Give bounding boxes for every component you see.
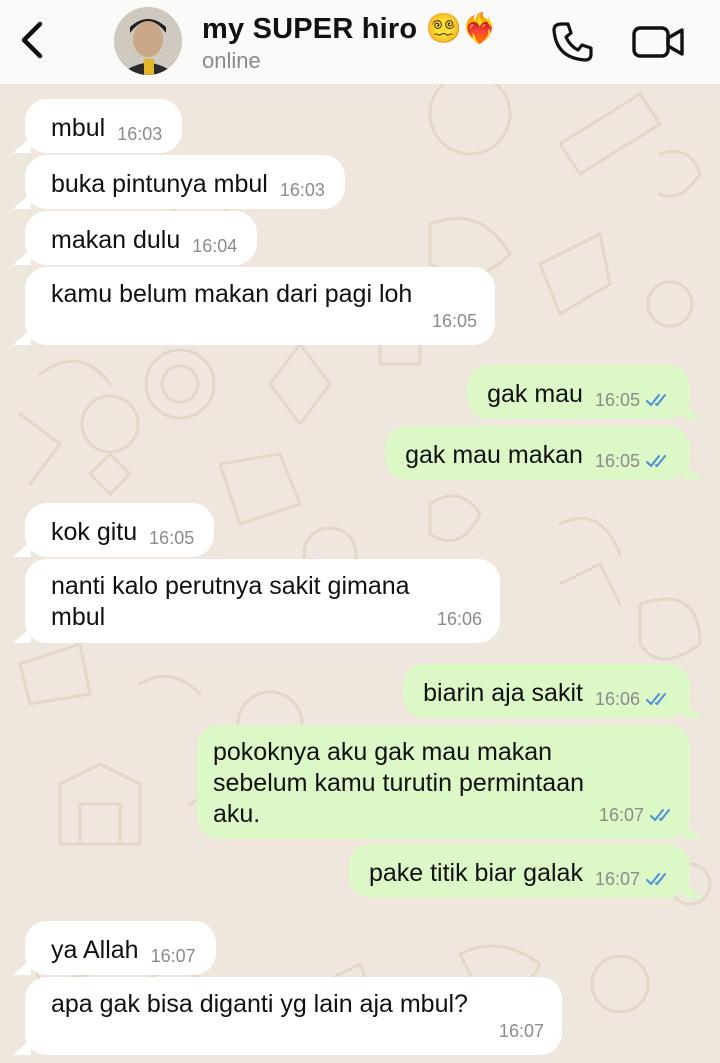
phone-icon[interactable] [548,18,596,66]
message-time: 16:03 [117,124,163,144]
message-time: 16:07 [498,1021,544,1041]
video-camera-icon[interactable] [630,20,686,64]
message-text: apa gak bisa diganti yg lain aja mbul? [51,990,468,1018]
message-time: 16:05 [595,446,672,477]
message-time: 16:05 [595,385,672,416]
double-check-icon [650,809,670,821]
message-bubble[interactable]: gak mau makan 16:05 [385,426,702,480]
message-bubble[interactable]: ya Allah 16:07 [13,921,216,975]
message-time: 16:07 [599,800,676,831]
message-text: buka pintunya mbul [51,170,268,198]
message-time: 16:07 [595,864,672,895]
message-text: kok gitu [51,518,138,546]
contact-status: online [202,48,261,73]
message-text: gak mau makan [405,441,583,469]
message-bubble[interactable]: kamu belum makan dari pagi loh 16:05 [13,267,495,345]
message-time: 16:07 [150,946,196,966]
double-check-icon [646,394,666,406]
double-check-icon [646,693,666,705]
avatar-photo [114,7,182,75]
contact-name[interactable]: my SUPER hiro 😵‍💫❤️‍🔥 [202,12,498,46]
message-text: nanti kalo perutnya sakit gimana mbul [51,572,410,631]
chat-header: my SUPER hiro 😵‍💫❤️‍🔥 online [0,0,720,84]
message-time: 16:05 [149,528,195,548]
message-text: gak mau [487,380,583,408]
message-bubble[interactable]: gak mau 16:05 [467,365,702,419]
message-bubble[interactable]: apa gak bisa diganti yg lain aja mbul? 16… [13,977,562,1055]
message-bubble[interactable]: mbul 16:03 [12,99,183,153]
message-text: kamu belum makan dari pagi loh [51,280,413,308]
avatar[interactable] [114,7,182,75]
message-text: mbul [51,114,106,142]
message-list[interactable]: mbul 16:03 buka pintunya mbul 16:03 makan … [0,84,720,1063]
message-text: biarin aja sakit [423,679,583,707]
message-bubble[interactable]: nanti kalo perutnya sakit gimana mbul 16:… [13,559,500,643]
message-time: 16:04 [192,236,238,256]
message-bubble[interactable]: pokoknya aku gak mau makan sebelum kamu … [197,725,702,839]
double-check-icon [646,455,666,467]
message-bubble[interactable]: biarin aja sakit 16:06 [403,664,702,718]
message-time: 16:05 [431,311,477,331]
double-check-icon [646,873,666,885]
message-bubble[interactable]: pake titik biar galak 16:07 [348,844,703,898]
message-text: ya Allah [51,936,139,964]
message-text: pake titik biar galak [368,859,583,887]
chevron-left-icon[interactable] [14,18,50,62]
message-bubble[interactable]: kok gitu 16:05 [12,503,215,557]
message-text: makan dulu [51,226,181,254]
message-time: 16:06 [595,684,672,715]
message-time: 16:03 [279,180,325,200]
message-bubble[interactable]: buka pintunya mbul 16:03 [13,155,345,209]
message-bubble[interactable]: makan dulu 16:04 [12,211,258,265]
message-time: 16:06 [436,609,482,629]
